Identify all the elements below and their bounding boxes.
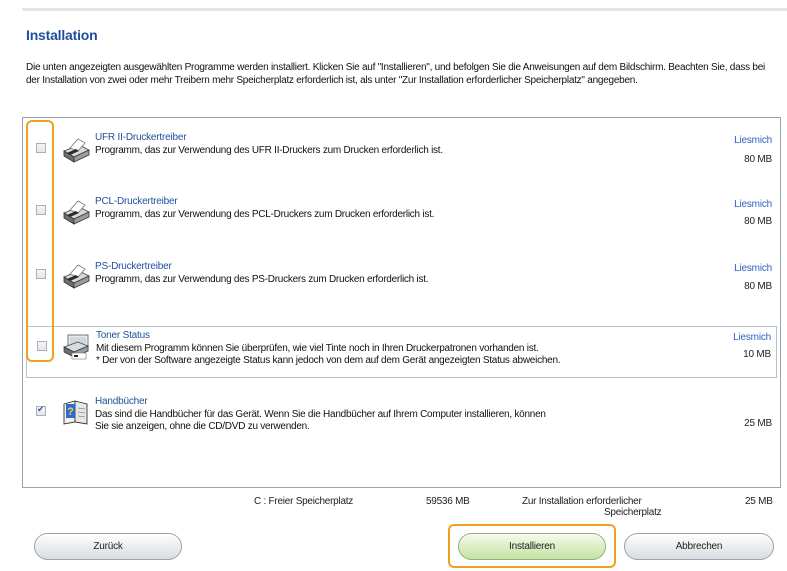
cancel-button[interactable]: Abbrechen: [624, 533, 774, 560]
readme-link-ufr[interactable]: Liesmich: [734, 135, 772, 146]
program-desc-handbuecher-line1: Das sind die Handbücher für das Gerät. W…: [95, 409, 546, 420]
program-name-ufr[interactable]: UFR II-Druckertreiber: [95, 132, 187, 143]
checkbox-column-highlight: [26, 120, 54, 362]
readme-link-pcl[interactable]: Liesmich: [734, 199, 772, 210]
intro-text: Die unten angezeigten ausgewählten Progr…: [26, 62, 766, 86]
program-name-toner-status[interactable]: Toner Status: [96, 330, 150, 341]
program-size-toner-status: 10 MB: [743, 349, 771, 360]
program-desc-ps: Programm, das zur Verwendung des PS-Druc…: [95, 274, 429, 285]
program-desc-handbuecher-line2: Sie sie anzeigen, ohne die CD/DVD zu ver…: [95, 420, 310, 432]
printer-icon: [61, 262, 91, 290]
required-space-value: 25 MB: [745, 496, 773, 507]
program-desc-pcl: Programm, das zur Verwendung des PCL-Dru…: [95, 209, 435, 220]
list-item-pcl: PCL-Druckertreiber Programm, das zur Ver…: [23, 188, 780, 244]
help-book-icon: ?: [61, 398, 91, 426]
install-button-highlight: [448, 524, 616, 568]
required-space-label-line1: Zur Installation erforderlicher: [522, 496, 642, 507]
program-name-pcl[interactable]: PCL-Druckertreiber: [95, 196, 178, 207]
list-item-ps: PS-Druckertreiber Programm, das zur Verw…: [23, 252, 780, 308]
required-space-label-line2: Speicherplatz: [604, 507, 662, 518]
readme-link-toner-status[interactable]: Liesmich: [733, 332, 771, 343]
free-space-value: 59536 MB: [426, 496, 470, 507]
readme-link-ps[interactable]: Liesmich: [734, 263, 772, 274]
required-space-label: Zur Installation erforderlicher Speicher…: [522, 496, 662, 518]
free-space-label: C : Freier Speicherplatz: [254, 496, 354, 507]
list-item-handbuecher: ? Handbücher Das sind die Handbücher für…: [23, 386, 780, 446]
program-desc-toner-status: Mit diesem Programm können Sie überprüfe…: [96, 343, 706, 366]
list-item-ufr: UFR II-Druckertreiber Programm, das zur …: [23, 126, 780, 182]
page-title: Installation: [26, 27, 98, 43]
printer-icon: [61, 136, 91, 164]
program-desc-handbuecher: Das sind die Handbücher für das Gerät. W…: [95, 409, 705, 432]
program-size-handbuecher: 25 MB: [744, 418, 772, 429]
toner-status-icon: [62, 333, 92, 361]
program-name-ps[interactable]: PS-Druckertreiber: [95, 261, 172, 272]
top-divider: [22, 8, 787, 11]
program-size-pcl: 80 MB: [744, 216, 772, 227]
printer-icon: [61, 198, 91, 226]
list-item-toner-status: Toner Status Mit diesem Programm können …: [26, 326, 777, 378]
program-desc-toner-status-line1: Mit diesem Programm können Sie überprüfe…: [96, 343, 539, 354]
svg-text:?: ?: [67, 406, 74, 418]
program-size-ps: 80 MB: [744, 281, 772, 292]
program-name-handbuecher[interactable]: Handbücher: [95, 396, 148, 407]
program-desc-toner-status-line2: * Der von der Software angezeigte Status…: [96, 354, 561, 366]
program-desc-ufr: Programm, das zur Verwendung des UFR II-…: [95, 145, 443, 156]
program-list: UFR II-Druckertreiber Programm, das zur …: [22, 117, 781, 488]
back-button[interactable]: Zurück: [34, 533, 182, 560]
checkbox-handbuecher[interactable]: [36, 404, 46, 416]
program-size-ufr: 80 MB: [744, 154, 772, 165]
